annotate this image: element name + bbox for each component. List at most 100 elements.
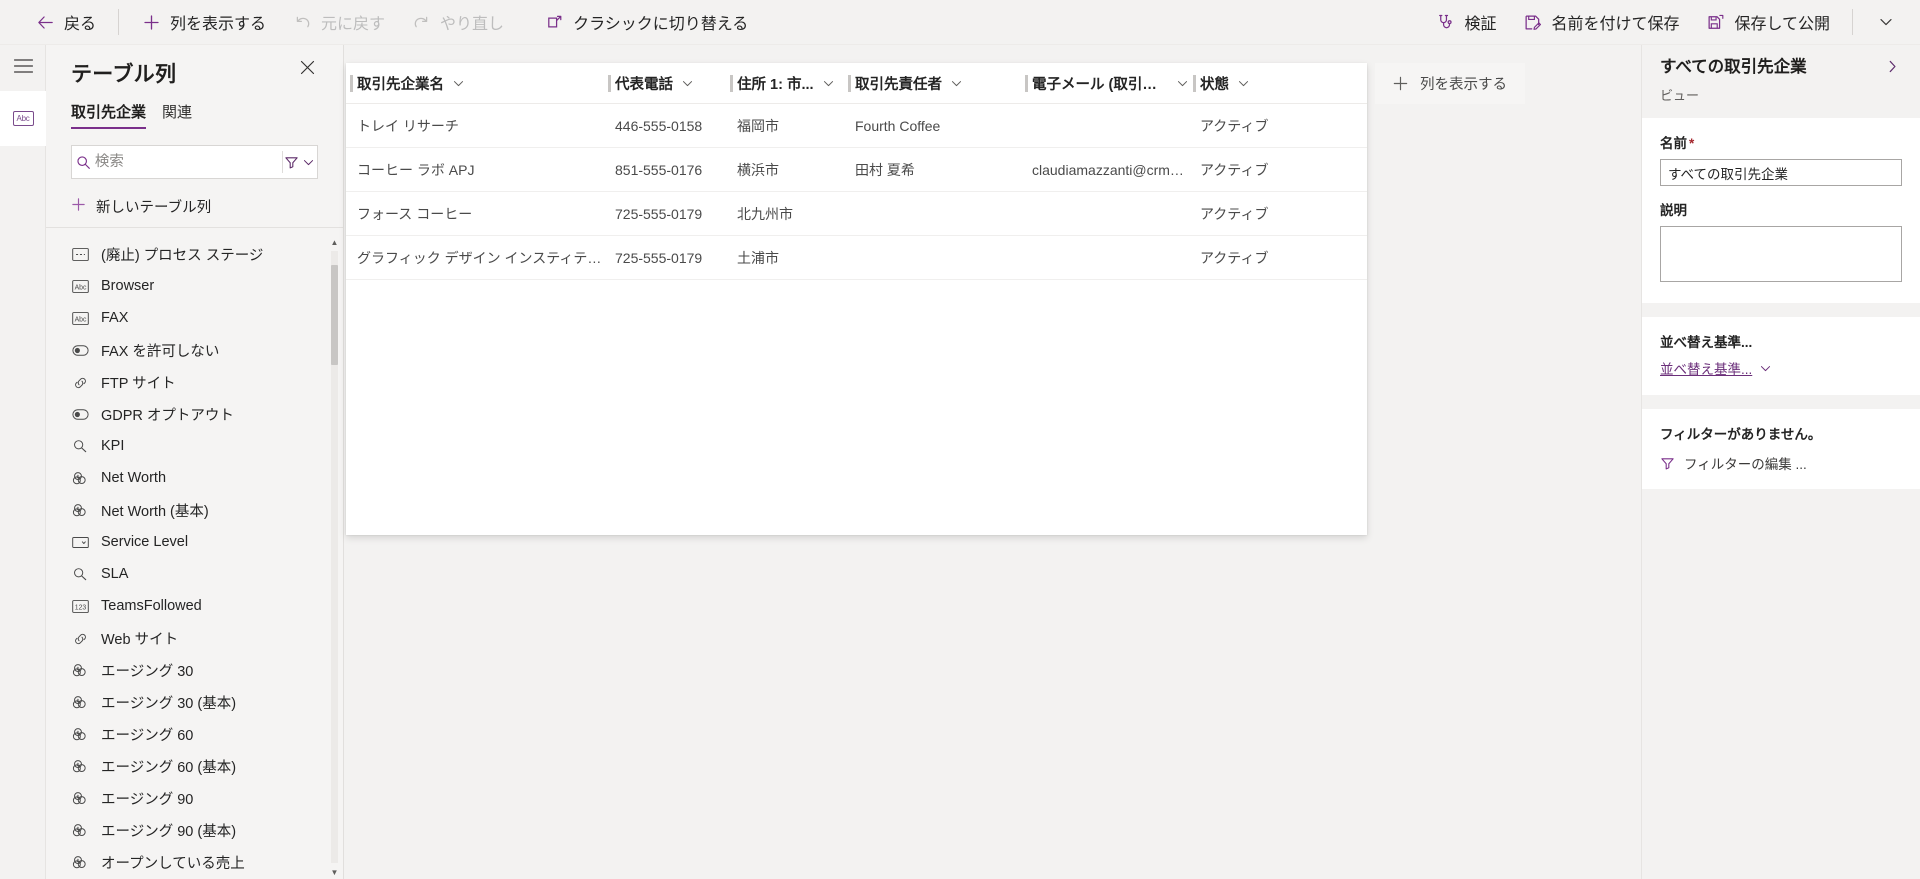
undo-icon: [292, 12, 312, 32]
validate-button[interactable]: 検証: [1422, 4, 1509, 41]
column-drag-grip[interactable]: [1193, 74, 1196, 92]
table-column-item-label: Service Level: [101, 534, 189, 550]
currency-icon: $: [71, 758, 90, 774]
table-column-item[interactable]: 123 TeamsFollowed: [46, 590, 344, 622]
scrollbar-thumb[interactable]: [331, 265, 338, 365]
table-column-item[interactable]: $ エージング 60: [46, 718, 344, 750]
command-bar-right-group: 検証 名前を付けて保存 保存して公開: [1422, 4, 1920, 41]
table-row[interactable]: グラフィック デザイン インスティテュート 725-555-0179 土浦市 アクティ…: [346, 236, 1367, 280]
view-name-input[interactable]: [1660, 159, 1902, 186]
tab-account[interactable]: 取引先企業: [71, 101, 147, 129]
table-column-item[interactable]: (廃止) プロセス ステージ: [46, 238, 344, 270]
switch-to-classic-button[interactable]: クラシックに切り替える: [531, 4, 761, 41]
table-column-item[interactable]: Service Level: [46, 526, 344, 558]
back-button[interactable]: 戻る: [22, 4, 109, 41]
table-column-item[interactable]: $ Net Worth: [46, 462, 344, 494]
svg-text:$: $: [77, 506, 80, 511]
save-and-publish-label: 保存して公開: [1734, 16, 1830, 33]
table-column-item[interactable]: $ エージング 30 (基本): [46, 686, 344, 718]
table-row[interactable]: フォース コーヒー 725-555-0179 北九州市 アクティブ: [346, 192, 1367, 236]
column-drag-grip[interactable]: [730, 74, 733, 92]
search-icon: [72, 155, 95, 170]
table-cell-phone: 725-555-0179: [615, 205, 703, 222]
table-row[interactable]: コーヒー ラボ APJ 851-555-0176 横浜市 田村 夏希 claudiama…: [346, 148, 1367, 192]
table-column-item[interactable]: $ エージング 90 (基本): [46, 814, 344, 846]
sort-by-link[interactable]: 並べ替え基準...: [1660, 358, 1772, 378]
grid-column-header[interactable]: 住所 1: 市...: [726, 63, 844, 104]
grid-column-header[interactable]: 取引先企業名: [346, 63, 604, 104]
table-column-item[interactable]: Abc FAX: [46, 302, 344, 334]
scroll-down-arrow-icon[interactable]: ▼: [329, 865, 340, 879]
table-column-item[interactable]: FTP サイト: [46, 366, 344, 398]
properties-expand-button[interactable]: [1880, 57, 1904, 81]
table-column-item[interactable]: $ エージング 90: [46, 782, 344, 814]
table-column-item-label: エージング 60: [101, 727, 194, 744]
command-overflow-button[interactable]: [1862, 4, 1910, 41]
add-column-command-button[interactable]: 列を表示する: [128, 4, 279, 41]
column-list-scrollbar[interactable]: ▲ ▼: [329, 235, 340, 879]
column-drag-grip[interactable]: [608, 74, 611, 92]
chevron-down-icon[interactable]: [452, 77, 465, 90]
grid-column-header[interactable]: 取引先責任者: [844, 63, 1021, 104]
view-description-textarea[interactable]: [1660, 226, 1902, 282]
command-bar-left-group: 戻る 列を表示する 元に戻す やり直し クラシックに切り替える: [0, 4, 761, 41]
column-drag-grip[interactable]: [350, 74, 353, 92]
table-column-item[interactable]: Web サイト: [46, 622, 344, 654]
new-table-column-button[interactable]: 新しいテーブル列: [46, 185, 343, 227]
rail-item-table-columns[interactable]: Abc: [0, 91, 46, 146]
table-cell-contact: 田村 夏希: [855, 161, 915, 178]
filter-icon[interactable]: [283, 155, 300, 170]
link-icon: [71, 374, 90, 390]
chevron-down-icon[interactable]: [1176, 77, 1189, 90]
undo-button[interactable]: 元に戻す: [279, 4, 398, 41]
table-column-item[interactable]: Abc Browser: [46, 270, 344, 302]
edit-filters-link[interactable]: フィルターの編集 ...: [1660, 453, 1902, 473]
hamburger-menu-button[interactable]: [0, 45, 46, 91]
grid-column-header[interactable]: 電子メール (取引先...: [1021, 63, 1189, 104]
save-publish-icon: [1705, 12, 1725, 32]
table-column-item[interactable]: $ エージング 60 (基本): [46, 750, 344, 782]
table-column-item[interactable]: $ エージング 30: [46, 654, 344, 686]
save-as-button[interactable]: 名前を付けて保存: [1509, 4, 1692, 41]
table-cell-email: claudiamazzanti@crmdem...: [1032, 161, 1189, 178]
table-column-item[interactable]: SLA: [46, 558, 344, 590]
chevron-down-icon[interactable]: [822, 77, 835, 90]
edit-filters-label: フィルターの編集 ...: [1684, 457, 1807, 472]
toggle-icon: [71, 342, 90, 358]
redo-button[interactable]: やり直し: [398, 4, 517, 41]
grid-column-header[interactable]: 代表電話: [604, 63, 726, 104]
table-cell-status: アクティブ: [1200, 161, 1269, 178]
chevron-down-icon[interactable]: [681, 77, 694, 90]
grid-add-column-button[interactable]: 列を表示する: [1375, 63, 1525, 104]
table-column-item[interactable]: FAX を許可しない: [46, 334, 344, 366]
properties-title: すべての取引先企業: [1660, 58, 1807, 76]
scroll-up-arrow-icon[interactable]: ▲: [329, 235, 340, 249]
grid-column-header[interactable]: 状態: [1189, 63, 1309, 104]
table-column-item-label: エージング 60 (基本): [101, 759, 237, 776]
save-and-publish-button[interactable]: 保存して公開: [1692, 4, 1843, 41]
column-drag-grip[interactable]: [1025, 74, 1028, 92]
table-row[interactable]: トレイ リサーチ 446-555-0158 福岡市 Fourth Coffee アクティ…: [346, 104, 1367, 148]
toggle-icon: [71, 406, 90, 422]
table-column-item[interactable]: $ Net Worth (基本): [46, 494, 344, 526]
table-column-item[interactable]: KPI: [46, 430, 344, 462]
svg-text:$: $: [77, 794, 80, 799]
name-field-label: 名前 *: [1660, 132, 1902, 152]
chevron-down-icon[interactable]: [1237, 77, 1250, 90]
table-column-item-label: GDPR オプトアウト: [101, 407, 234, 424]
tab-related[interactable]: 関連: [162, 101, 192, 129]
table-column-item-label: SLA: [101, 566, 129, 582]
sort-by-link-label: 並べ替え基準...: [1660, 362, 1753, 377]
table-column-item-label: KPI: [101, 438, 125, 454]
search-input[interactable]: [94, 146, 282, 178]
panel-close-button[interactable]: [293, 56, 321, 84]
column-drag-grip[interactable]: [848, 74, 851, 92]
currency-icon: $: [71, 662, 90, 678]
table-cell-status: アクティブ: [1200, 205, 1269, 222]
svg-text:$: $: [77, 762, 80, 767]
table-column-item[interactable]: GDPR オプトアウト: [46, 398, 344, 430]
currency-icon: $: [71, 822, 90, 838]
chevron-down-icon[interactable]: [950, 77, 963, 90]
table-column-item[interactable]: $ オープンしている売上: [46, 846, 344, 878]
chevron-down-icon[interactable]: [300, 156, 317, 169]
